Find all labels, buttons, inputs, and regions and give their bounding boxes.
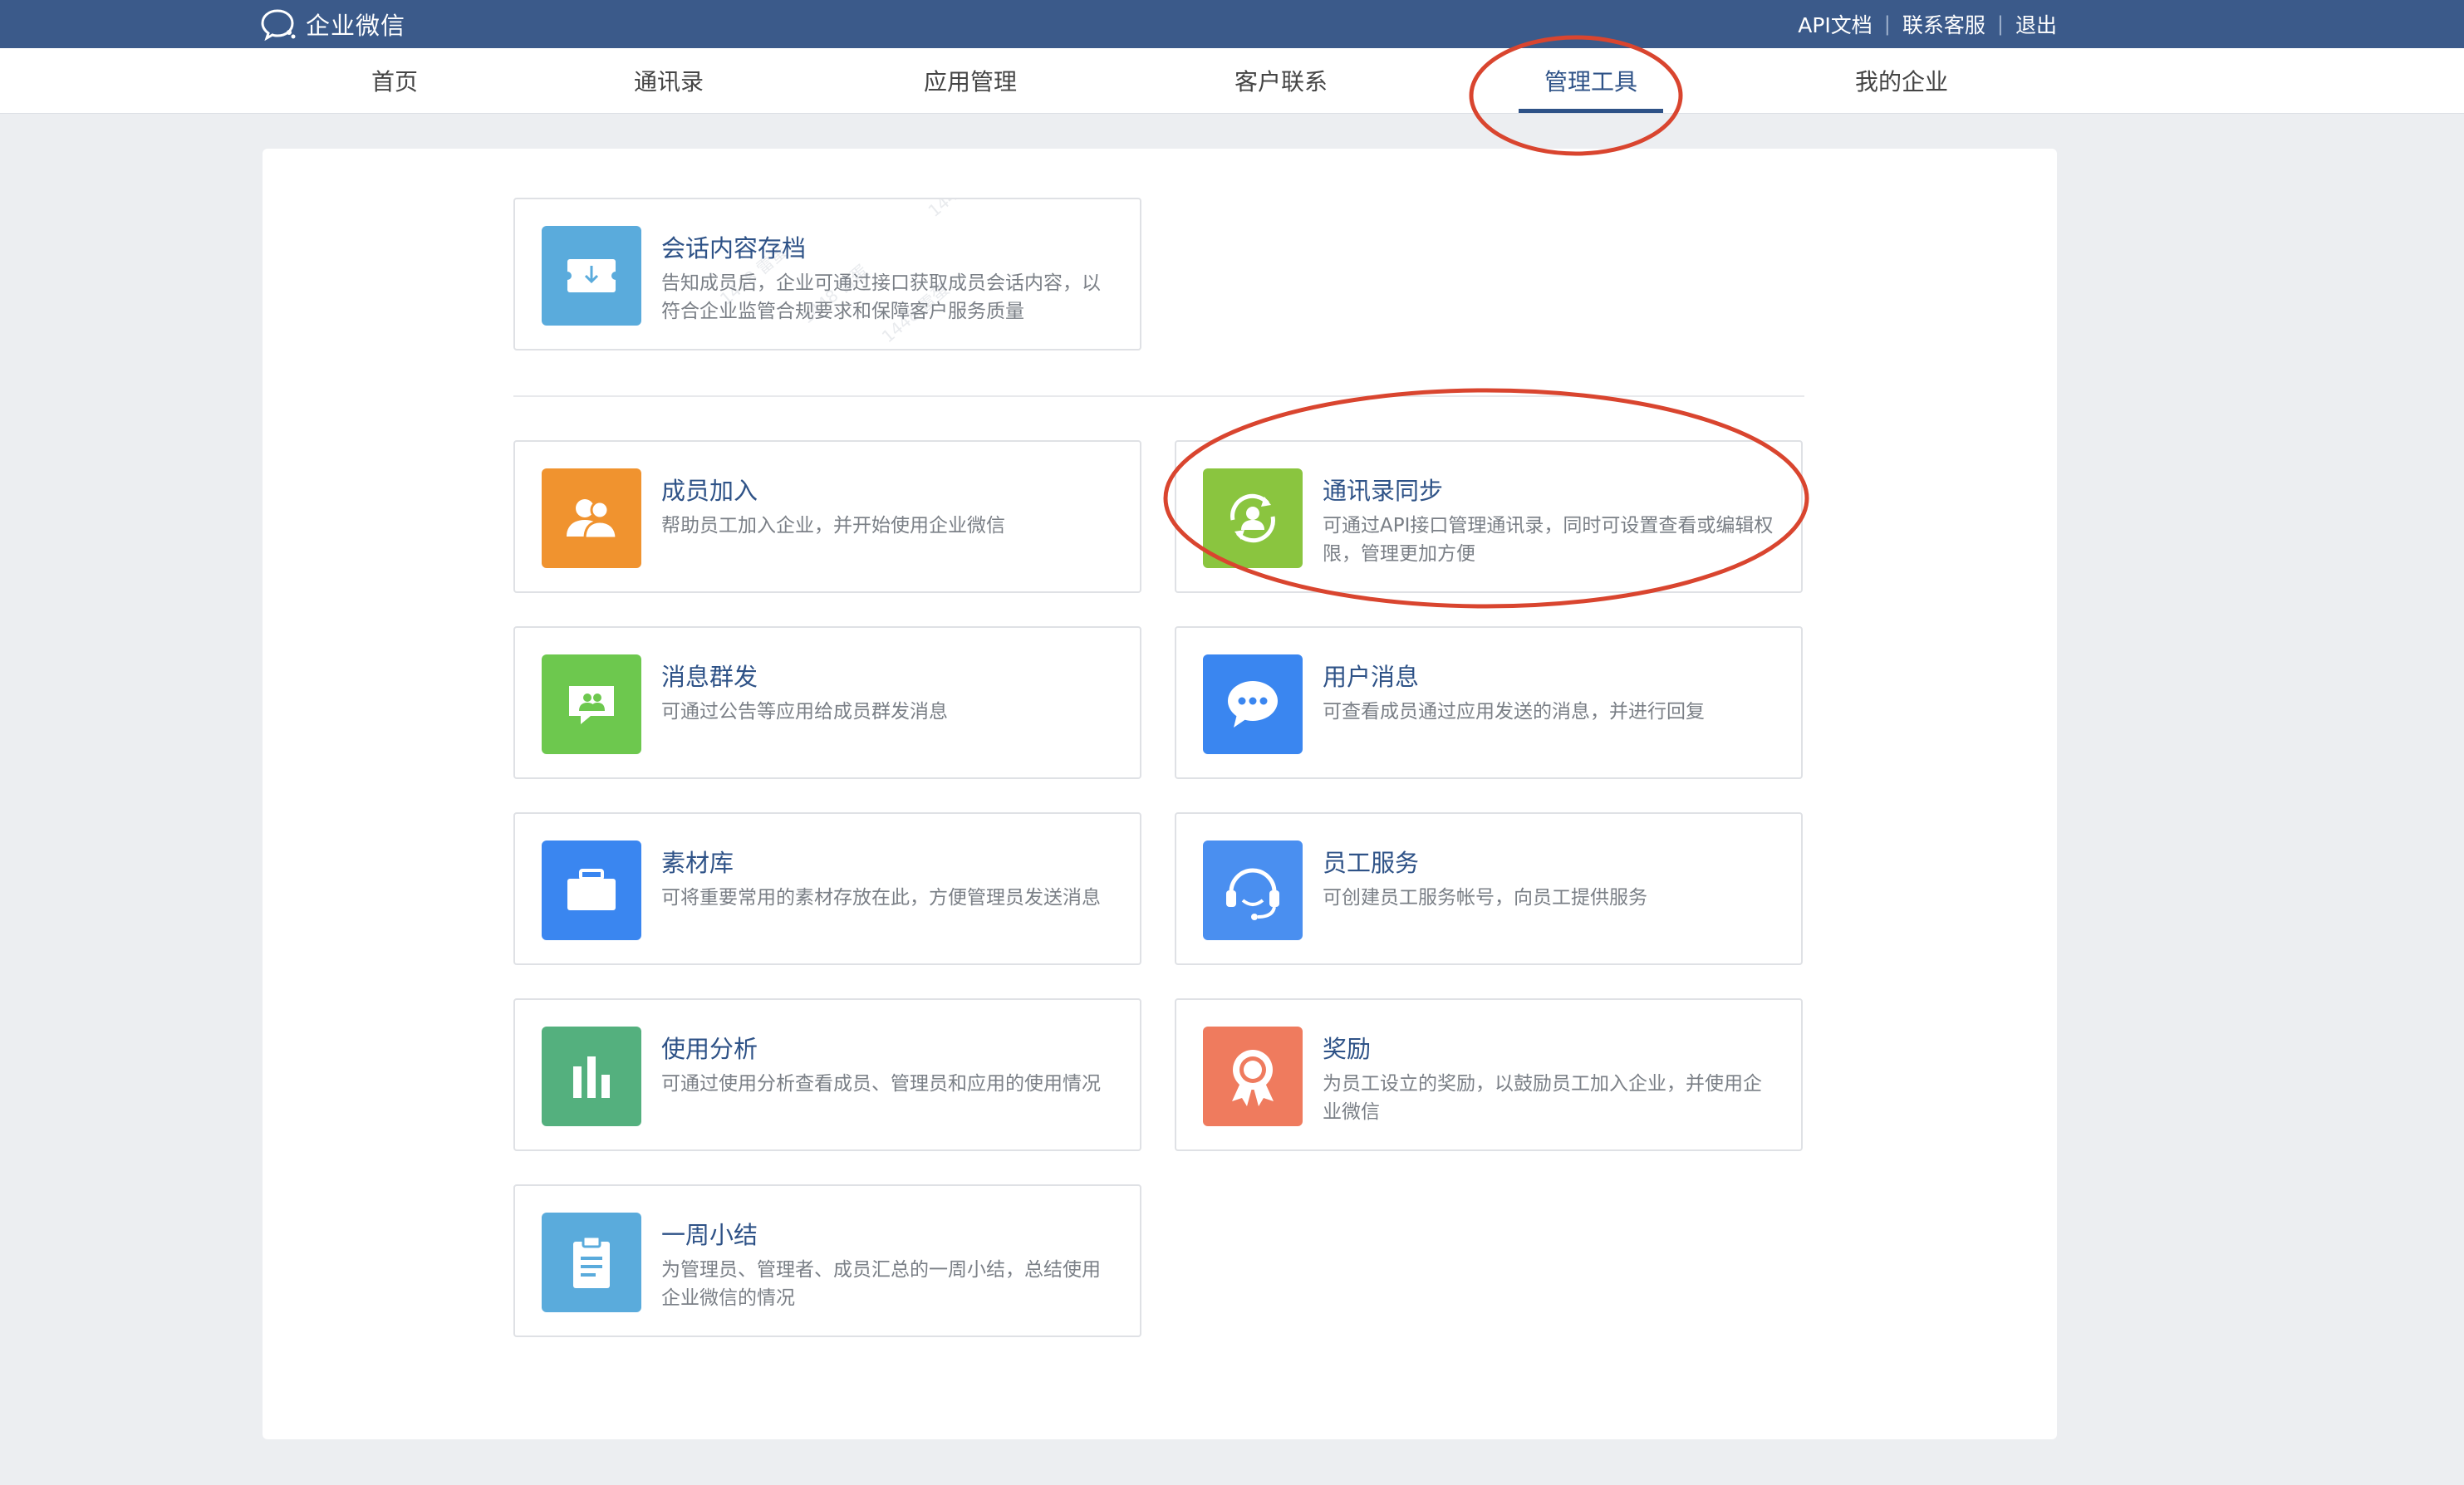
tool-icon-bg — [542, 226, 641, 326]
two-people-icon — [567, 499, 618, 540]
tab-label: 客户联系 — [1234, 68, 1328, 96]
briefcase-icon — [567, 869, 616, 910]
tab-label: 管理工具 — [1544, 68, 1637, 96]
medal-icon — [1232, 1050, 1274, 1106]
tool-card-member-join[interactable]: 成员加入 帮助员工加入企业，并开始使用企业微信 — [513, 440, 1141, 593]
nav-bar: 首页 通讯录 应用管理 客户联系 管理工具 我的企业 — [0, 48, 2464, 114]
tool-description: 可将重要常用的素材存放在此，方便管理员发送消息 — [661, 887, 1101, 909]
group-message-icon — [569, 686, 614, 724]
tool-card-rewards[interactable]: 奖励 为员工设立的奖励，以鼓励员工加入企业，并使用企业微信 — [1175, 998, 1803, 1151]
svg-text:1448 雷蛋: 1448 雷蛋 — [589, 348, 664, 350]
tool-card-broadcast[interactable]: 消息群发 可通过公告等应用给成员群发消息 — [513, 626, 1141, 779]
tab-management-tools[interactable]: 管理工具 — [1519, 48, 1663, 113]
tab-customer-contact[interactable]: 客户联系 — [1206, 48, 1356, 113]
tab-contacts[interactable]: 通讯录 — [605, 48, 733, 113]
tool-icon-bg — [1203, 654, 1303, 754]
tool-icon-bg — [542, 468, 641, 568]
tool-title: 通讯录同步 — [1323, 477, 1444, 505]
tool-icon-bg — [542, 1027, 641, 1126]
tool-card-analytics[interactable]: 使用分析 可通过使用分析查看成员、管理员和应用的使用情况 — [513, 998, 1141, 1151]
headset-icon — [1226, 868, 1279, 920]
tool-title: 员工服务 — [1323, 849, 1420, 877]
tab-label: 首页 — [371, 68, 418, 96]
api-docs-link[interactable]: API文档 — [1798, 9, 1873, 39]
tool-card-contacts-sync[interactable]: 通讯录同步 可通过API接口管理通讯录，同时可设置查看或编辑权限，管理更加方便 — [1175, 440, 1803, 593]
tab-app-management[interactable]: 应用管理 — [896, 48, 1045, 113]
tool-icon-bg — [1203, 468, 1303, 568]
logo-text: 企业微信 — [306, 12, 406, 40]
logout-link[interactable]: 退出 — [2015, 9, 2057, 39]
tool-icon-bg — [1203, 841, 1303, 940]
tool-description: 可通过使用分析查看成员、管理员和应用的使用情况 — [661, 1073, 1101, 1095]
tool-card-chat-archive[interactable]: 1448 雷蛋 1448 雷蛋 1448 雷蛋 1448 雷蛋 1448 雷蛋 … — [513, 198, 1141, 350]
tab-label: 应用管理 — [923, 68, 1017, 96]
separator: | — [1996, 12, 2004, 36]
logo[interactable]: 企业微信 — [261, 7, 405, 42]
active-tab-indicator — [1519, 109, 1663, 113]
tool-icon-bg — [1203, 1027, 1303, 1126]
tool-description: 为管理员、管理者、成员汇总的一周小结，总结使用企业微信的情况 — [661, 1259, 1101, 1309]
svg-text:1448 雷蛋: 1448 雷蛋 — [843, 199, 918, 202]
separator: | — [1883, 12, 1891, 36]
wework-logo-icon — [261, 9, 296, 41]
tool-card-staff-service[interactable]: 员工服务 可创建员工服务帐号，向员工提供服务 — [1175, 812, 1803, 965]
top-links: API文档 | 联系客服 | 退出 — [1798, 0, 2057, 48]
tool-title: 使用分析 — [661, 1035, 758, 1063]
clipboard-icon — [573, 1235, 610, 1288]
bar-chart-icon — [573, 1056, 610, 1098]
tool-description: 可查看成员通过应用发送的消息，并进行回复 — [1323, 701, 1705, 723]
tool-icon-bg — [542, 1213, 641, 1312]
tool-description: 为员工设立的奖励，以鼓励员工加入企业，并使用企业微信 — [1323, 1073, 1762, 1123]
tool-title: 素材库 — [661, 849, 734, 877]
tool-description: 告知成员后，企业可通过接口获取成员会话内容，以符合企业监管合规要求和保障客户服务… — [661, 272, 1101, 322]
tool-title: 会话内容存档 — [661, 234, 807, 262]
svg-text:1448 雷蛋: 1448 雷蛋 — [925, 199, 999, 221]
contact-support-link[interactable]: 联系客服 — [1902, 9, 1985, 39]
tool-card-weekly-summary[interactable]: 一周小结 为管理员、管理者、成员汇总的一周小结，总结使用企业微信的情况 — [513, 1184, 1141, 1337]
tool-title: 一周小结 — [661, 1221, 758, 1249]
tool-description: 可通过公告等应用给成员群发消息 — [661, 701, 948, 723]
tab-home[interactable]: 首页 — [331, 48, 459, 113]
tool-title: 消息群发 — [661, 663, 758, 691]
tool-icon-bg — [542, 654, 641, 754]
tool-title: 奖励 — [1323, 1035, 1372, 1063]
tool-card-user-messages[interactable]: 用户消息 可查看成员通过应用发送的消息，并进行回复 — [1175, 626, 1803, 779]
tool-icon-bg — [542, 841, 641, 940]
tab-my-enterprise[interactable]: 我的企业 — [1829, 48, 1974, 113]
tab-label: 通讯录 — [633, 68, 704, 96]
section-divider — [513, 395, 1804, 397]
tool-title: 成员加入 — [661, 477, 758, 505]
tool-description: 帮助员工加入企业，并开始使用企业微信 — [661, 515, 1005, 537]
download-box-icon — [563, 259, 620, 292]
tool-description: 可通过API接口管理通讯录，同时可设置查看或编辑权限，管理更加方便 — [1323, 515, 1774, 565]
tool-description: 可创建员工服务帐号，向员工提供服务 — [1323, 887, 1647, 909]
chat-bubble-icon — [1228, 681, 1278, 728]
tool-title: 用户消息 — [1323, 663, 1420, 691]
person-sync-icon — [1230, 493, 1275, 543]
tool-card-materials[interactable]: 素材库 可将重要常用的素材存放在此，方便管理员发送消息 — [513, 812, 1141, 965]
tab-label: 我的企业 — [1854, 68, 1948, 96]
top-bar: 企业微信 API文档 | 联系客服 | 退出 — [0, 0, 2464, 48]
